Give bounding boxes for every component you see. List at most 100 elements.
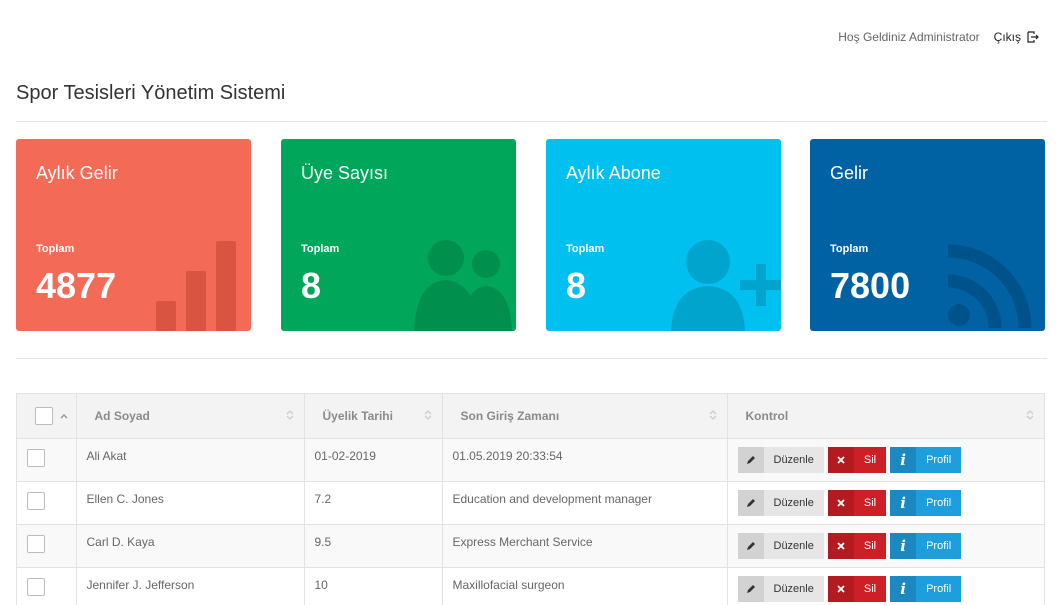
cell-last-login: Express Merchant Service bbox=[442, 524, 728, 567]
cell-actions: Düzenle Sil i Profil bbox=[727, 481, 1044, 524]
close-icon bbox=[827, 532, 854, 559]
column-header-label: Ad Soyad bbox=[94, 408, 150, 423]
table-row: Jennifer J. Jefferson 10 Maxillofacial s… bbox=[17, 567, 1044, 605]
info-icon: i bbox=[890, 446, 917, 473]
card-subtitle: Toplam bbox=[830, 243, 869, 255]
delete-label: Sil bbox=[863, 496, 877, 509]
column-header-name[interactable]: Ad Soyad bbox=[76, 394, 305, 438]
cell-name: Carl D. Kaya bbox=[76, 524, 305, 567]
card-title: Aylık Abone bbox=[566, 163, 661, 183]
profile-label: Profil bbox=[926, 496, 952, 509]
sort-up-icon bbox=[60, 413, 68, 419]
cell-actions: Düzenle Sil i Profil bbox=[727, 438, 1044, 481]
cell-date: 01-02-2019 bbox=[304, 438, 443, 481]
profile-button[interactable]: i Profil bbox=[890, 446, 962, 473]
card-subtitle: Toplam bbox=[36, 243, 75, 255]
column-header-label: Son Giriş Zamanı bbox=[460, 408, 560, 423]
sort-icon bbox=[1026, 410, 1034, 420]
table-header-row: Ad Soyad Üyelik Tarihi Son Giriş Zamanı … bbox=[17, 394, 1044, 438]
delete-label: Sil bbox=[863, 582, 877, 595]
bar-chart-icon bbox=[156, 241, 236, 331]
card-value: 8 bbox=[566, 265, 587, 306]
user-plus-icon bbox=[671, 240, 781, 331]
cell-name: Ellen C. Jones bbox=[76, 481, 305, 524]
sort-icon bbox=[286, 410, 293, 420]
profile-label: Profil bbox=[926, 453, 952, 466]
table-row: Carl D. Kaya 9.5 Express Merchant Servic… bbox=[17, 524, 1044, 567]
column-header-last-login[interactable]: Son Giriş Zamanı bbox=[442, 394, 728, 438]
cell-date: 10 bbox=[304, 567, 443, 605]
top-bar: Hoş Geldiniz Administrator Çıkış bbox=[838, 30, 1039, 44]
row-checkbox[interactable] bbox=[27, 534, 45, 553]
edit-label: Düzenle bbox=[773, 539, 814, 552]
card-member-count[interactable]: Üye Sayısı Toplam 8 bbox=[281, 139, 516, 331]
close-icon bbox=[827, 489, 854, 516]
pencil-icon bbox=[737, 446, 764, 473]
profile-button[interactable]: i Profil bbox=[890, 575, 962, 602]
welcome-text: Hoş Geldiniz Administrator bbox=[838, 30, 980, 44]
delete-button[interactable]: Sil bbox=[827, 489, 887, 516]
card-value: 7800 bbox=[830, 265, 911, 306]
card-title: Aylık Gelir bbox=[36, 163, 118, 183]
cell-date: 7.2 bbox=[304, 481, 443, 524]
members-table: Ad Soyad Üyelik Tarihi Son Giriş Zamanı … bbox=[16, 393, 1045, 605]
close-icon bbox=[827, 575, 854, 602]
cell-name: Jennifer J. Jefferson bbox=[76, 567, 305, 605]
card-monthly-subscribers[interactable]: Aylık Abone Toplam 8 bbox=[546, 139, 781, 331]
info-icon: i bbox=[890, 575, 917, 602]
delete-button[interactable]: Sil bbox=[827, 446, 887, 473]
card-income[interactable]: Gelir Toplam 7800 bbox=[810, 139, 1045, 331]
edit-button[interactable]: Düzenle bbox=[737, 532, 824, 559]
divider bbox=[16, 358, 1047, 359]
delete-button[interactable]: Sil bbox=[827, 532, 887, 559]
edit-label: Düzenle bbox=[773, 453, 814, 466]
rss-icon bbox=[947, 244, 1032, 329]
card-subtitle: Toplam bbox=[301, 243, 340, 255]
edit-button[interactable]: Düzenle bbox=[737, 489, 824, 516]
table-row: Ellen C. Jones 7.2 Education and develop… bbox=[17, 481, 1044, 524]
edit-button[interactable]: Düzenle bbox=[737, 575, 824, 602]
cell-actions: Düzenle Sil i Profil bbox=[727, 567, 1044, 605]
profile-button[interactable]: i Profil bbox=[890, 489, 962, 516]
cell-last-login: Education and development manager bbox=[442, 481, 728, 524]
row-checkbox[interactable] bbox=[27, 448, 45, 467]
delete-button[interactable]: Sil bbox=[827, 575, 887, 602]
edit-button[interactable]: Düzenle bbox=[737, 446, 824, 473]
divider bbox=[16, 121, 1047, 122]
cell-actions: Düzenle Sil i Profil bbox=[727, 524, 1044, 567]
row-checkbox[interactable] bbox=[27, 491, 45, 510]
logout-link[interactable]: Çıkış bbox=[994, 30, 1039, 44]
select-all-header[interactable] bbox=[17, 394, 77, 438]
cell-name: Ali Akat bbox=[76, 438, 305, 481]
info-icon: i bbox=[890, 532, 917, 559]
logout-label: Çıkış bbox=[993, 30, 1021, 44]
delete-label: Sil bbox=[863, 453, 877, 466]
users-icon bbox=[414, 240, 512, 331]
column-header-label: Kontrol bbox=[745, 408, 789, 423]
cell-last-login: 01.05.2019 20:33:54 bbox=[442, 438, 728, 481]
card-title: Üye Sayısı bbox=[301, 163, 389, 183]
table-row: Ali Akat 01-02-2019 01.05.2019 20:33:54 … bbox=[17, 438, 1044, 481]
pencil-icon bbox=[737, 532, 764, 559]
page-title: Spor Tesisleri Yönetim Sistemi bbox=[16, 82, 286, 104]
cell-date: 9.5 bbox=[304, 524, 443, 567]
card-subtitle: Toplam bbox=[566, 243, 605, 255]
edit-label: Düzenle bbox=[773, 582, 814, 595]
card-monthly-income[interactable]: Aylık Gelir Toplam 4877 bbox=[16, 139, 251, 331]
sort-icon bbox=[424, 410, 431, 420]
pencil-icon bbox=[737, 575, 764, 602]
card-title: Gelir bbox=[830, 163, 869, 183]
delete-label: Sil bbox=[863, 539, 877, 552]
column-header-membership-date[interactable]: Üyelik Tarihi bbox=[304, 394, 443, 438]
column-header-control[interactable]: Kontrol bbox=[727, 394, 1044, 438]
profile-button[interactable]: i Profil bbox=[890, 532, 962, 559]
select-all-checkbox[interactable] bbox=[35, 406, 53, 425]
row-checkbox[interactable] bbox=[27, 577, 45, 596]
logout-icon bbox=[1027, 31, 1039, 43]
profile-label: Profil bbox=[926, 539, 952, 552]
card-value: 8 bbox=[301, 265, 322, 306]
info-icon: i bbox=[890, 489, 917, 516]
column-header-label: Üyelik Tarihi bbox=[322, 408, 393, 423]
profile-label: Profil bbox=[926, 582, 952, 595]
pencil-icon bbox=[737, 489, 764, 516]
